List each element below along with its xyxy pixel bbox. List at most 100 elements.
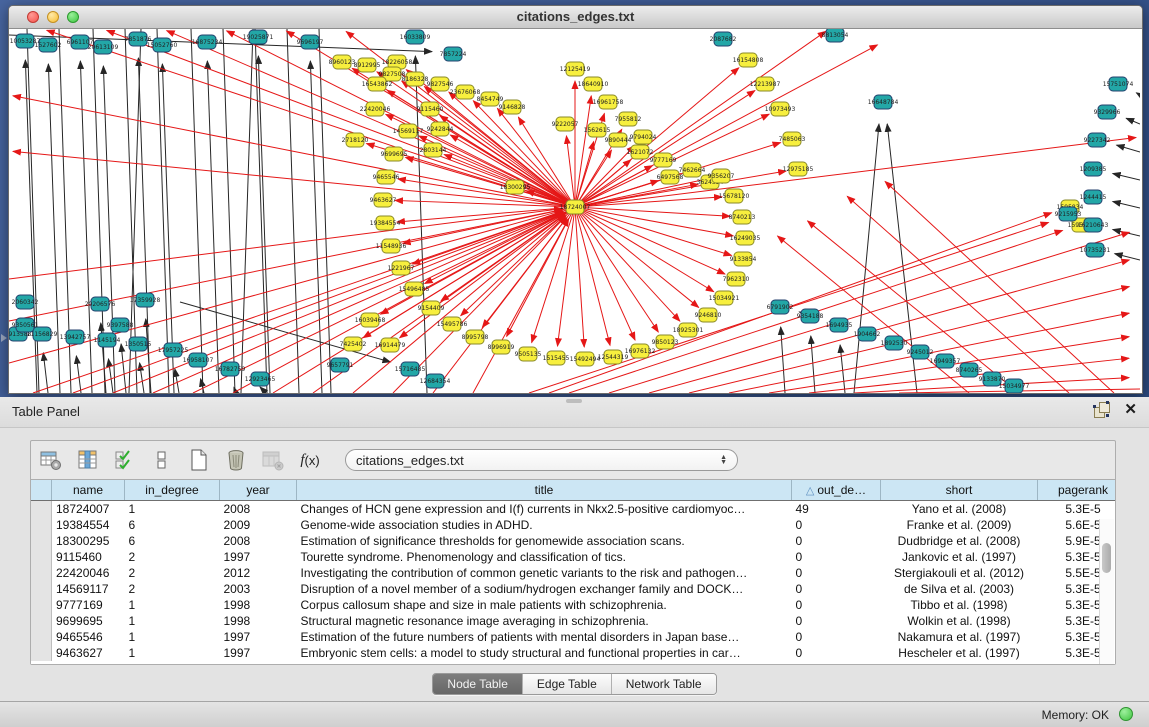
- graph-node[interactable]: 15492494: [570, 352, 601, 366]
- graph-node[interactable]: 8912995: [354, 58, 381, 72]
- table-row[interactable]: 946554611997Estimation of the future num…: [31, 629, 1115, 645]
- graph-node[interactable]: 9154409: [418, 301, 445, 315]
- close-panel-icon[interactable]: ✕: [1124, 402, 1137, 418]
- table-row[interactable]: 1830029562008Estimation of significance …: [31, 533, 1115, 549]
- graph-node[interactable]: 16961758: [593, 95, 624, 109]
- graph-node[interactable]: 9850123: [652, 335, 679, 349]
- column-header-title[interactable]: title: [297, 480, 792, 501]
- graph-node[interactable]: 1562615: [584, 123, 611, 137]
- graph-node[interactable]: 9329966: [1094, 105, 1121, 119]
- graph-node[interactable]: 22420046: [360, 102, 391, 116]
- column-header-year[interactable]: year: [220, 480, 297, 501]
- graph-node[interactable]: 9246810: [695, 308, 722, 322]
- table-row[interactable]: 969969511998Structural magnetic resonanc…: [31, 613, 1115, 629]
- graph-node[interactable]: 1145194: [94, 333, 121, 347]
- panel-splitter-handle[interactable]: [566, 399, 582, 403]
- new-table-icon[interactable]: [187, 448, 211, 472]
- graph-node[interactable]: 2087682: [710, 32, 737, 46]
- column-selector-icon[interactable]: [76, 448, 100, 472]
- graph-node[interactable]: 16976132: [625, 344, 656, 358]
- graph-node[interactable]: 19025871: [243, 30, 274, 44]
- graph-node[interactable]: 1892530: [881, 336, 908, 350]
- graph-node[interactable]: 8813054: [822, 29, 849, 42]
- delete-table-icon[interactable]: [224, 448, 248, 472]
- graph-node[interactable]: 16958107: [183, 353, 214, 367]
- graph-node[interactable]: 10735231: [1080, 243, 1111, 257]
- graph-node[interactable]: 2060342: [12, 295, 39, 309]
- graph-node[interactable]: 1244415: [1080, 190, 1107, 204]
- memory-status-indicator[interactable]: [1119, 707, 1133, 721]
- table-vertical-scrollbar[interactable]: [1099, 519, 1114, 664]
- column-header-gutter[interactable]: [31, 480, 52, 501]
- scrollbar-thumb[interactable]: [1102, 543, 1111, 573]
- tab-node-table[interactable]: Node Table: [433, 674, 522, 694]
- graph-node[interactable]: 7962310: [723, 272, 750, 286]
- graph-node[interactable]: 1515455: [543, 351, 570, 365]
- graph-node[interactable]: 15678120: [719, 189, 750, 203]
- graph-node[interactable]: 16033809: [400, 30, 431, 44]
- graph-node[interactable]: 16914479: [375, 338, 406, 352]
- table-settings-icon[interactable]: [39, 448, 63, 472]
- graph-node[interactable]: 18640910: [578, 77, 609, 91]
- graph-node[interactable]: 14569117: [393, 124, 424, 138]
- column-header-short[interactable]: short: [881, 480, 1038, 501]
- graph-node[interactable]: 9227342: [1084, 133, 1111, 147]
- tab-edge-table[interactable]: Edge Table: [522, 674, 611, 694]
- tab-network-table[interactable]: Network Table: [611, 674, 716, 694]
- graph-node[interactable]: 19384554: [370, 216, 401, 230]
- table-row[interactable]: 911546021997Tourette syndrome. Phenomeno…: [31, 549, 1115, 565]
- row-height-icon[interactable]: [150, 448, 174, 472]
- graph-node[interactable]: 8995798: [462, 330, 489, 344]
- graph-node[interactable]: 7485063: [779, 132, 806, 146]
- graph-node[interactable]: 9354188: [797, 309, 824, 323]
- graph-node[interactable]: 16648784: [868, 95, 899, 109]
- graph-node[interactable]: 10973493: [765, 102, 796, 116]
- table-row[interactable]: 946362711997Embryonic stem cells: a mode…: [31, 645, 1115, 661]
- column-header-name[interactable]: name: [52, 480, 125, 501]
- table-select-dropdown[interactable]: citations_edges.txt ▲▼: [345, 449, 738, 471]
- panel-collapse-arrow[interactable]: [1, 334, 7, 342]
- graph-node[interactable]: 17957225: [158, 343, 189, 357]
- graph-node[interactable]: 12125419: [560, 62, 591, 76]
- graph-node[interactable]: 8740213: [729, 210, 756, 224]
- graph-node[interactable]: 9794024: [630, 130, 657, 144]
- graph-node[interactable]: 9463627: [370, 193, 397, 207]
- function-builder-icon[interactable]: f(x): [298, 448, 322, 472]
- graph-node[interactable]: 9133854: [730, 252, 757, 266]
- graph-node[interactable]: 2718120: [342, 133, 369, 147]
- graph-node[interactable]: 1904662: [854, 327, 881, 341]
- float-panel-icon[interactable]: [1094, 402, 1110, 418]
- column-header-in_degree[interactable]: in_degree: [125, 480, 220, 501]
- graph-node[interactable]: 9890444: [605, 133, 632, 147]
- graph-node[interactable]: 12213987: [750, 77, 781, 91]
- graph-node[interactable]: 1209385: [1080, 162, 1107, 176]
- table-row[interactable]: 1456911722003Disruption of a novel membe…: [31, 581, 1115, 597]
- network-view-window[interactable]: citations_edges.txt 18724007896012389129…: [8, 5, 1143, 394]
- graph-node[interactable]: 6791902: [767, 300, 794, 314]
- graph-node[interactable]: 16949357: [930, 354, 961, 368]
- graph-node[interactable]: 7857224: [440, 47, 467, 61]
- table-row[interactable]: 2242004622012Investigating the contribut…: [31, 565, 1115, 581]
- table-row[interactable]: 1872400712008Changes of HCN gene express…: [31, 501, 1115, 518]
- select-columns-icon[interactable]: [113, 448, 137, 472]
- column-header-out_degree[interactable]: △out_de…: [792, 480, 881, 501]
- graph-node[interactable]: 1694935: [826, 318, 853, 332]
- graph-node[interactable]: 2803144: [420, 143, 447, 157]
- graph-node[interactable]: 9505135: [515, 347, 542, 361]
- table-row[interactable]: 977716911998Corpus callosum shape and si…: [31, 597, 1115, 613]
- graph-node[interactable]: 15751074: [1103, 77, 1134, 91]
- graph-node[interactable]: 16039468: [355, 313, 386, 327]
- graph-node[interactable]: 16249035: [730, 231, 761, 245]
- graph-node[interactable]: 18925301: [673, 323, 704, 337]
- graph-node[interactable]: 7955812: [615, 112, 642, 126]
- network-window-titlebar[interactable]: citations_edges.txt: [9, 6, 1142, 29]
- graph-node[interactable]: 16154808: [733, 53, 764, 67]
- graph-node[interactable]: 12975185: [783, 162, 814, 176]
- graph-node[interactable]: 9465546: [373, 170, 400, 184]
- graph-node[interactable]: 11548936: [376, 239, 407, 253]
- column-header-pagerank[interactable]: pagerank: [1038, 480, 1116, 501]
- graph-node[interactable]: 16875234: [192, 35, 223, 49]
- graph-node[interactable]: 8996919: [488, 340, 515, 354]
- table-row[interactable]: 1938455462009Genome-wide association stu…: [31, 517, 1115, 533]
- graph-node[interactable]: 15034921: [709, 291, 740, 305]
